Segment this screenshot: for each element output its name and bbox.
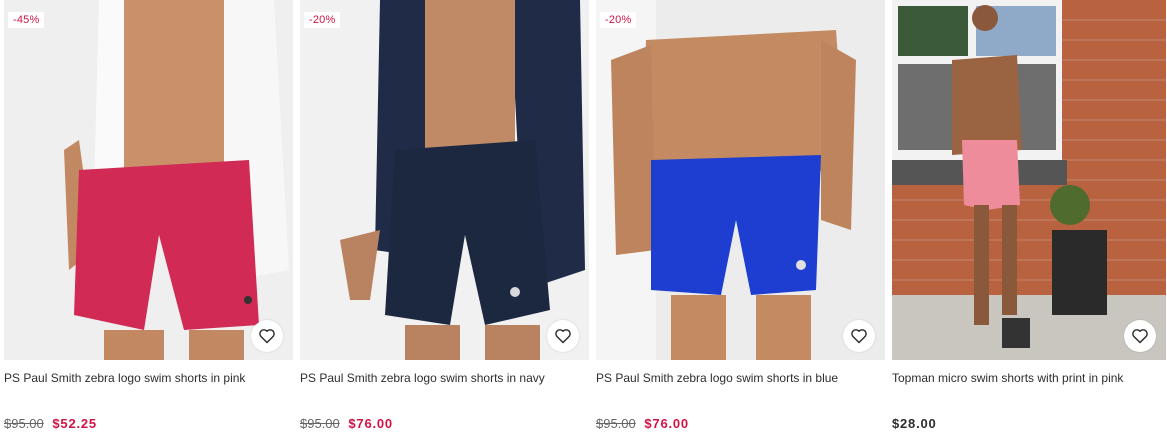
- product-image[interactable]: [4, 0, 293, 360]
- heart-outline-icon: [555, 329, 571, 344]
- sale-price: $76.00: [348, 416, 393, 431]
- product-card[interactable]: -20% PS Paul Smith zebra logo swim short…: [596, 0, 885, 433]
- price-block: $95.00 $76.00: [300, 416, 393, 431]
- wishlist-button[interactable]: [843, 320, 875, 352]
- discount-badge: -20%: [304, 12, 341, 28]
- discount-badge: -45%: [8, 12, 45, 28]
- price-block: $95.00 $52.25: [4, 416, 97, 431]
- heart-outline-icon: [1132, 329, 1148, 344]
- product-title[interactable]: PS Paul Smith zebra logo swim shorts in …: [596, 370, 885, 386]
- wishlist-button[interactable]: [251, 320, 283, 352]
- product-card[interactable]: Topman micro swim shorts with print in p…: [892, 0, 1166, 433]
- original-price: $95.00: [300, 416, 340, 431]
- discount-badge: -20%: [600, 12, 637, 28]
- original-price: $95.00: [596, 416, 636, 431]
- product-image[interactable]: [300, 0, 589, 360]
- wishlist-button[interactable]: [547, 320, 579, 352]
- product-grid: -45% PS Paul Smith zebra logo swim short…: [0, 0, 1167, 433]
- product-image[interactable]: [892, 0, 1166, 360]
- price-block: $28.00: [892, 416, 937, 431]
- heart-outline-icon: [259, 329, 275, 344]
- product-title[interactable]: Topman micro swim shorts with print in p…: [892, 370, 1166, 386]
- sale-price: $52.25: [52, 416, 97, 431]
- product-title[interactable]: PS Paul Smith zebra logo swim shorts in …: [300, 370, 589, 386]
- product-card[interactable]: -45% PS Paul Smith zebra logo swim short…: [4, 0, 293, 433]
- wishlist-button[interactable]: [1124, 320, 1156, 352]
- sale-price: $76.00: [644, 416, 689, 431]
- original-price: $95.00: [4, 416, 44, 431]
- product-title[interactable]: PS Paul Smith zebra logo swim shorts in …: [4, 370, 293, 386]
- price-block: $95.00 $76.00: [596, 416, 689, 431]
- price: $28.00: [892, 416, 937, 431]
- heart-outline-icon: [851, 329, 867, 344]
- product-image[interactable]: [596, 0, 885, 360]
- product-card[interactable]: -20% PS Paul Smith zebra logo swim short…: [300, 0, 589, 433]
